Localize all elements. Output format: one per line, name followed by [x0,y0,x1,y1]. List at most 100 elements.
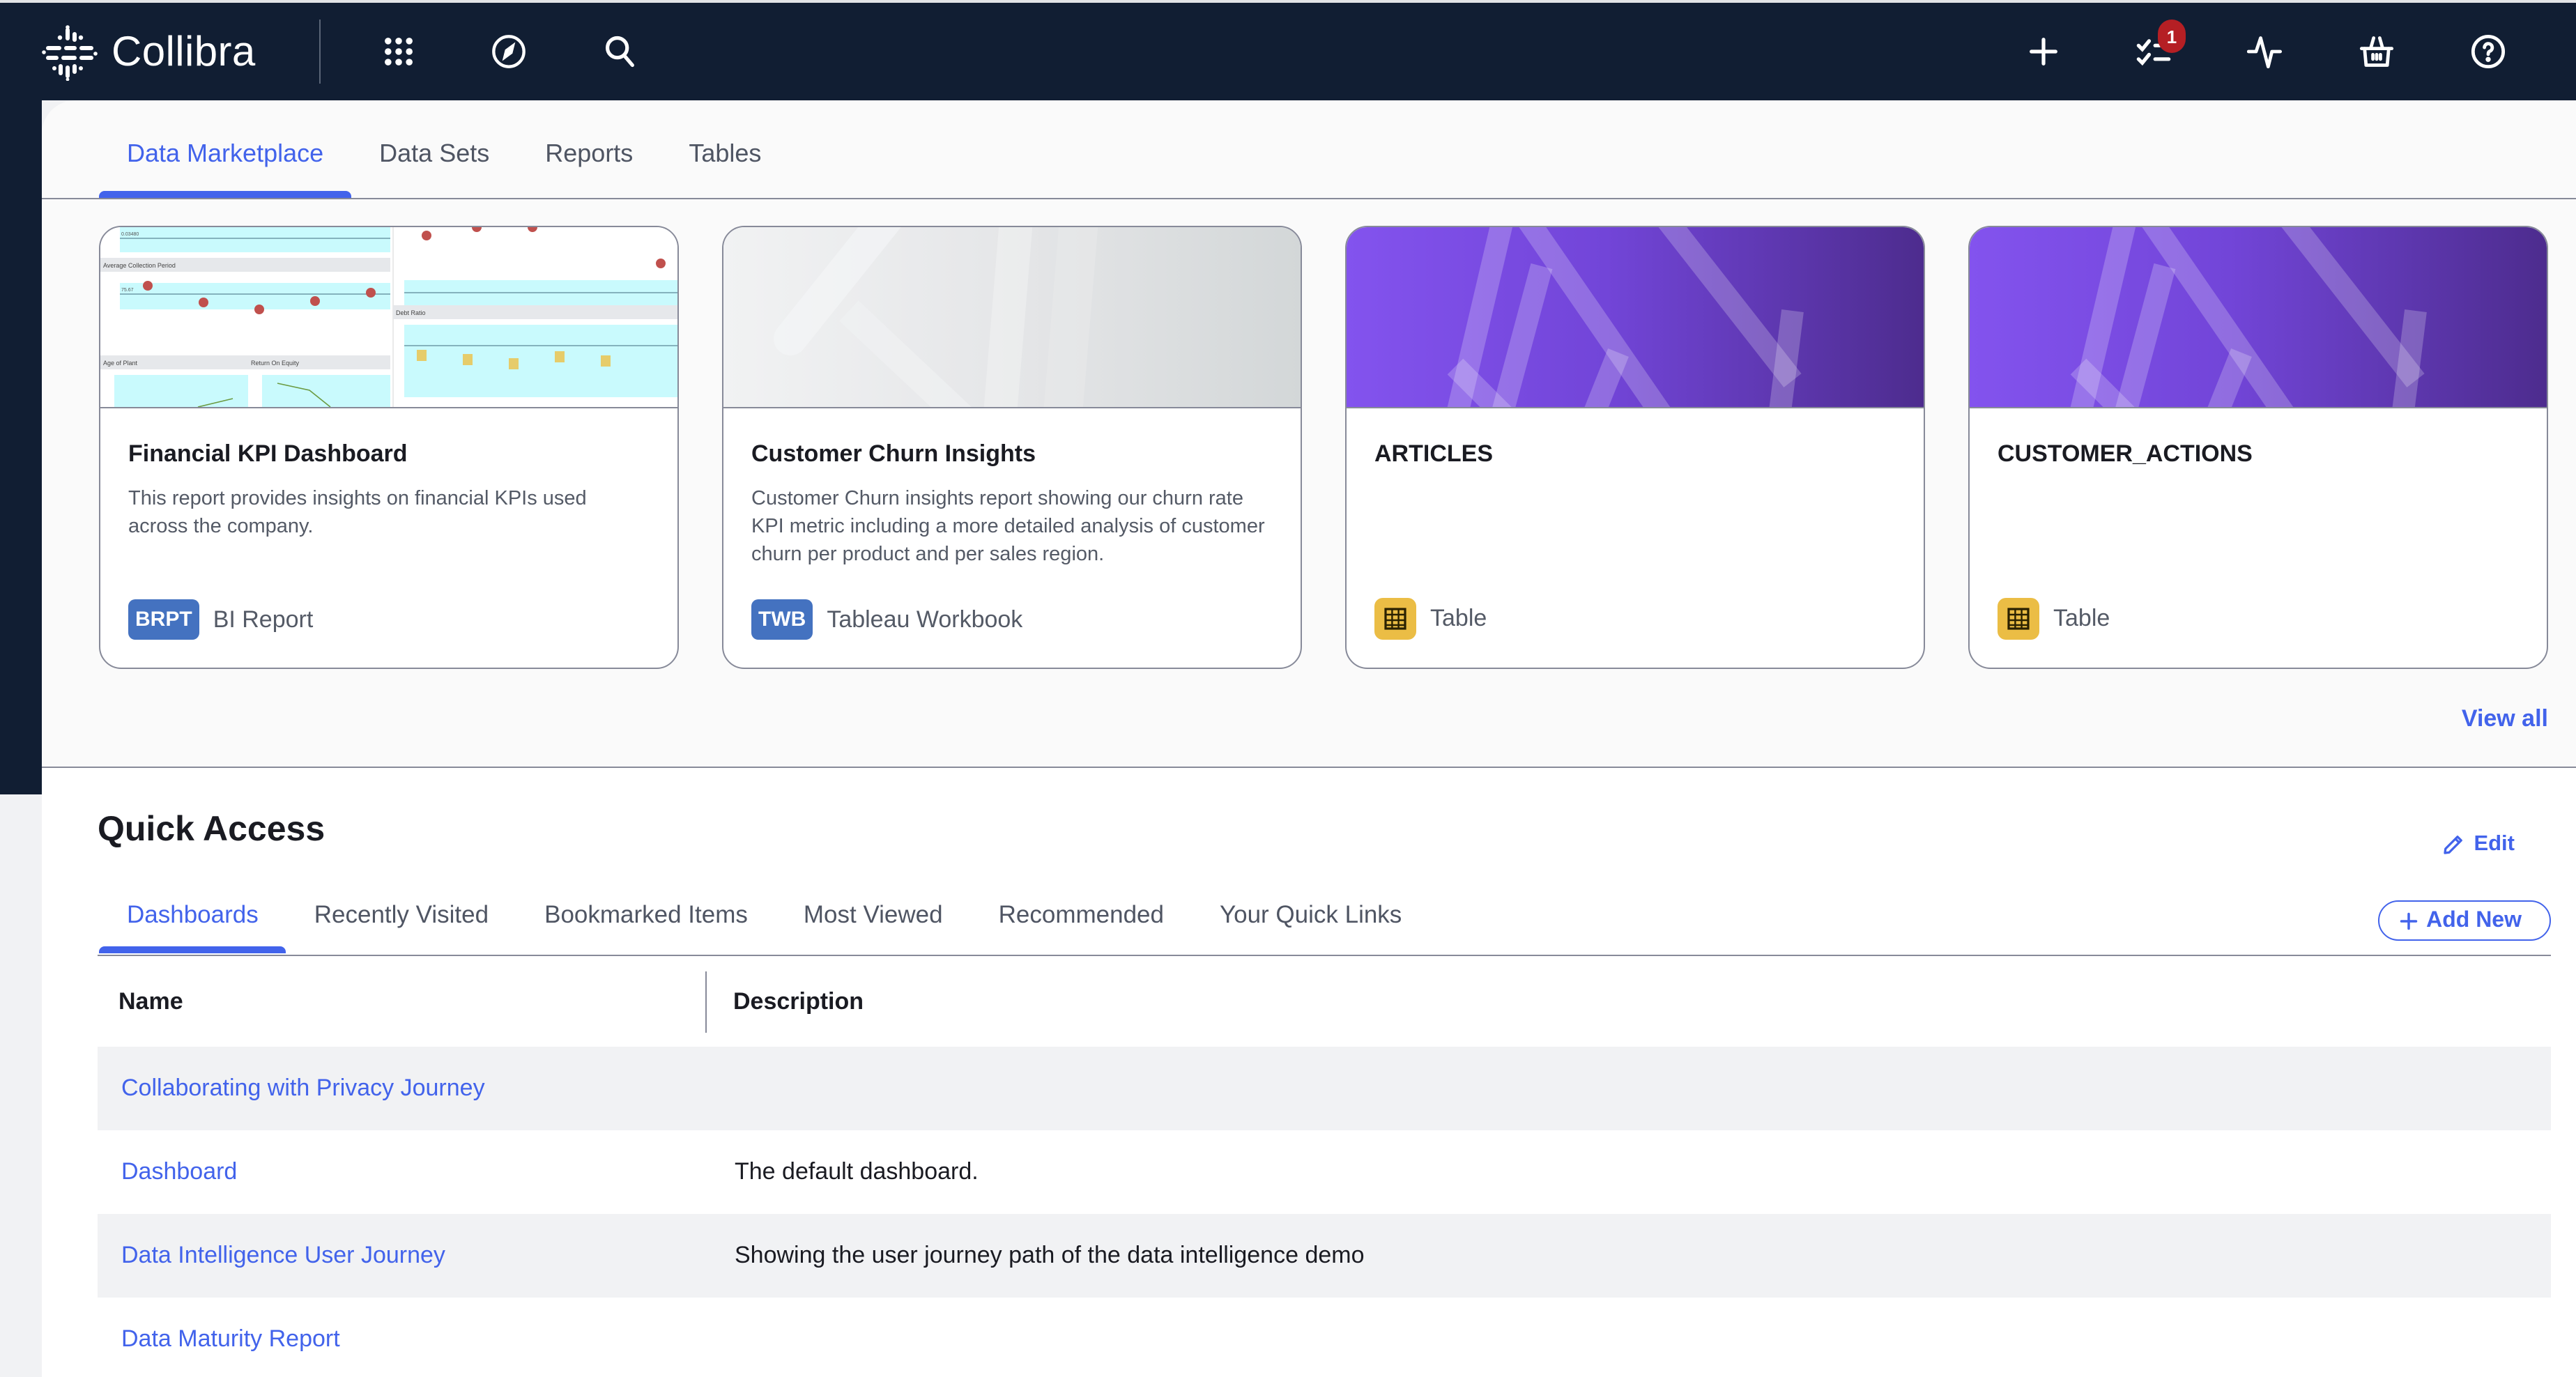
card-type-label: Table [1430,605,1487,631]
plus-icon [2399,911,2417,930]
activity-icon [2247,36,2283,69]
bi-report-badge: BRPT [128,599,199,640]
tabs-divider [42,198,2576,199]
app-name: Collibra [112,29,256,75]
add-new-label: Add New [2426,908,2522,932]
thumb-top-ref: 0.03480 [121,232,139,237]
thumb-point [254,305,264,314]
purple-pattern-thumbnail [1347,227,1924,408]
tab-tables[interactable]: Tables [661,139,789,198]
app-window: Collibra 1 Data Marketplace Data Sets Re… [0,0,2576,1377]
card-description: This report provides insights on financi… [128,488,587,538]
thumb-acp-ref: 75.67 [121,288,134,293]
add-new-button[interactable]: Add New [2377,900,2551,941]
top-navigation-bar: Collibra 1 [0,0,2576,100]
marketplace-card[interactable]: 0.03480 Average Collection Period 75.67 [99,226,679,669]
card-type: Table [1998,598,2110,640]
edit-button[interactable]: Edit [2440,832,2515,857]
column-header-description[interactable]: Description [733,988,864,1016]
card-type: BRPT BI Report [128,599,313,640]
tab-bookmarked-items[interactable]: Bookmarked Items [516,900,776,953]
search-button[interactable] [599,31,641,72]
marketplace-card[interactable]: Customer Churn Insights Customer Churn i… [722,226,1302,669]
dashboard-link[interactable]: Collaborating with Privacy Journey [121,1075,485,1102]
thumb-point [310,296,320,306]
search-icon [605,36,634,68]
tasks-count-badge: 1 [2158,20,2186,53]
thumb-bar [417,350,427,361]
thumb-point [472,227,482,232]
thumb-bar [555,351,565,362]
thumb-bar [509,358,519,369]
table-header: Name Description [98,957,2551,1047]
quick-access-section: Quick Access Edit Dashboards Recently Vi… [42,768,2576,1377]
tab-most-viewed[interactable]: Most Viewed [776,900,971,953]
thumb-title-acp: Average Collection Period [103,262,176,269]
thumb-point [199,298,208,307]
tab-dashboards[interactable]: Dashboards [99,900,287,953]
card-type: Table [1374,598,1487,640]
card-type-label: Table [2053,605,2110,631]
create-button[interactable] [2023,31,2064,72]
tab-your-quick-links[interactable]: Your Quick Links [1192,900,1429,953]
pencil-icon [2443,836,2462,854]
card-description: Customer Churn insights report showing o… [751,488,1265,566]
thumb-title-plant: Age of Plant [103,360,138,367]
table-row: Collaborating with Privacy Journey [98,1047,2551,1130]
thumb-bar [601,355,611,367]
gray-pattern-thumbnail [723,227,1301,408]
marketplace-cards: 0.03480 Average Collection Period 75.67 [99,226,2548,669]
column-resize-handle[interactable] [705,971,707,1033]
dashboard-link[interactable]: Data Intelligence User Journey [121,1242,445,1270]
column-header-name[interactable]: Name [118,988,183,1016]
data-marketplace-panel: Data Marketplace Data Sets Reports Table… [42,100,2576,769]
table-row: Data Maturity Report [98,1298,2551,1377]
table-icon [1998,598,2039,640]
card-title: Customer Churn Insights [751,440,1036,467]
thumb-point [143,281,153,291]
basket-icon [2359,36,2394,67]
marketplace-tabs: Data Marketplace Data Sets Reports Table… [99,139,789,198]
collibra-logo[interactable]: Collibra [42,25,256,81]
dashboard-description: Showing the user journey path of the dat… [735,1242,1365,1268]
table-pattern-graphic [2070,227,2427,407]
quick-access-title: Quick Access [98,810,325,849]
table-icon [1374,598,1416,640]
thumb-point [656,259,666,268]
card-title: ARTICLES [1374,440,1493,467]
card-type-label: BI Report [213,606,314,632]
help-button[interactable] [2467,31,2509,72]
thumb-title-roe: Return On Equity [251,360,300,367]
activity-button[interactable] [2244,31,2286,72]
card-type: TWB Tableau Workbook [751,599,1022,640]
thumb-point [422,231,431,240]
explore-button[interactable] [488,31,530,72]
tab-recently-visited[interactable]: Recently Visited [286,900,516,953]
topbar-divider [319,20,321,84]
help-icon [2471,34,2506,69]
table-pattern-graphic [1447,227,1804,407]
marketplace-card[interactable]: ARTICLES Table [1345,226,1925,669]
dashboard-description: The default dashboard. [735,1158,979,1185]
card-type-label: Tableau Workbook [827,606,1023,632]
tab-recommended[interactable]: Recommended [971,900,1192,953]
basket-button[interactable] [2356,31,2398,72]
dashboard-link[interactable]: Data Maturity Report [121,1325,340,1353]
tasks-button[interactable]: 1 [2133,20,2186,72]
plus-icon [2030,38,2057,66]
collibra-logo-icon [42,25,98,81]
tab-data-marketplace[interactable]: Data Marketplace [99,139,352,198]
view-all-link[interactable]: View all [2462,705,2548,733]
apps-grid-button[interactable] [378,31,420,72]
thumb-point [528,227,537,232]
thumb-title-debt: Debt Ratio [396,309,426,316]
dashboard-link[interactable]: Dashboard [121,1158,237,1186]
apps-grid-icon [385,38,413,66]
thumb-bar [463,354,473,365]
quick-access-tabs-divider [98,955,2551,956]
tab-reports[interactable]: Reports [517,139,661,198]
thumb-point [366,288,376,298]
tab-data-sets[interactable]: Data Sets [351,139,517,198]
quick-access-tabs: Dashboards Recently Visited Bookmarked I… [99,900,1429,953]
marketplace-card[interactable]: CUSTOMER_ACTIONS Table [1968,226,2548,669]
